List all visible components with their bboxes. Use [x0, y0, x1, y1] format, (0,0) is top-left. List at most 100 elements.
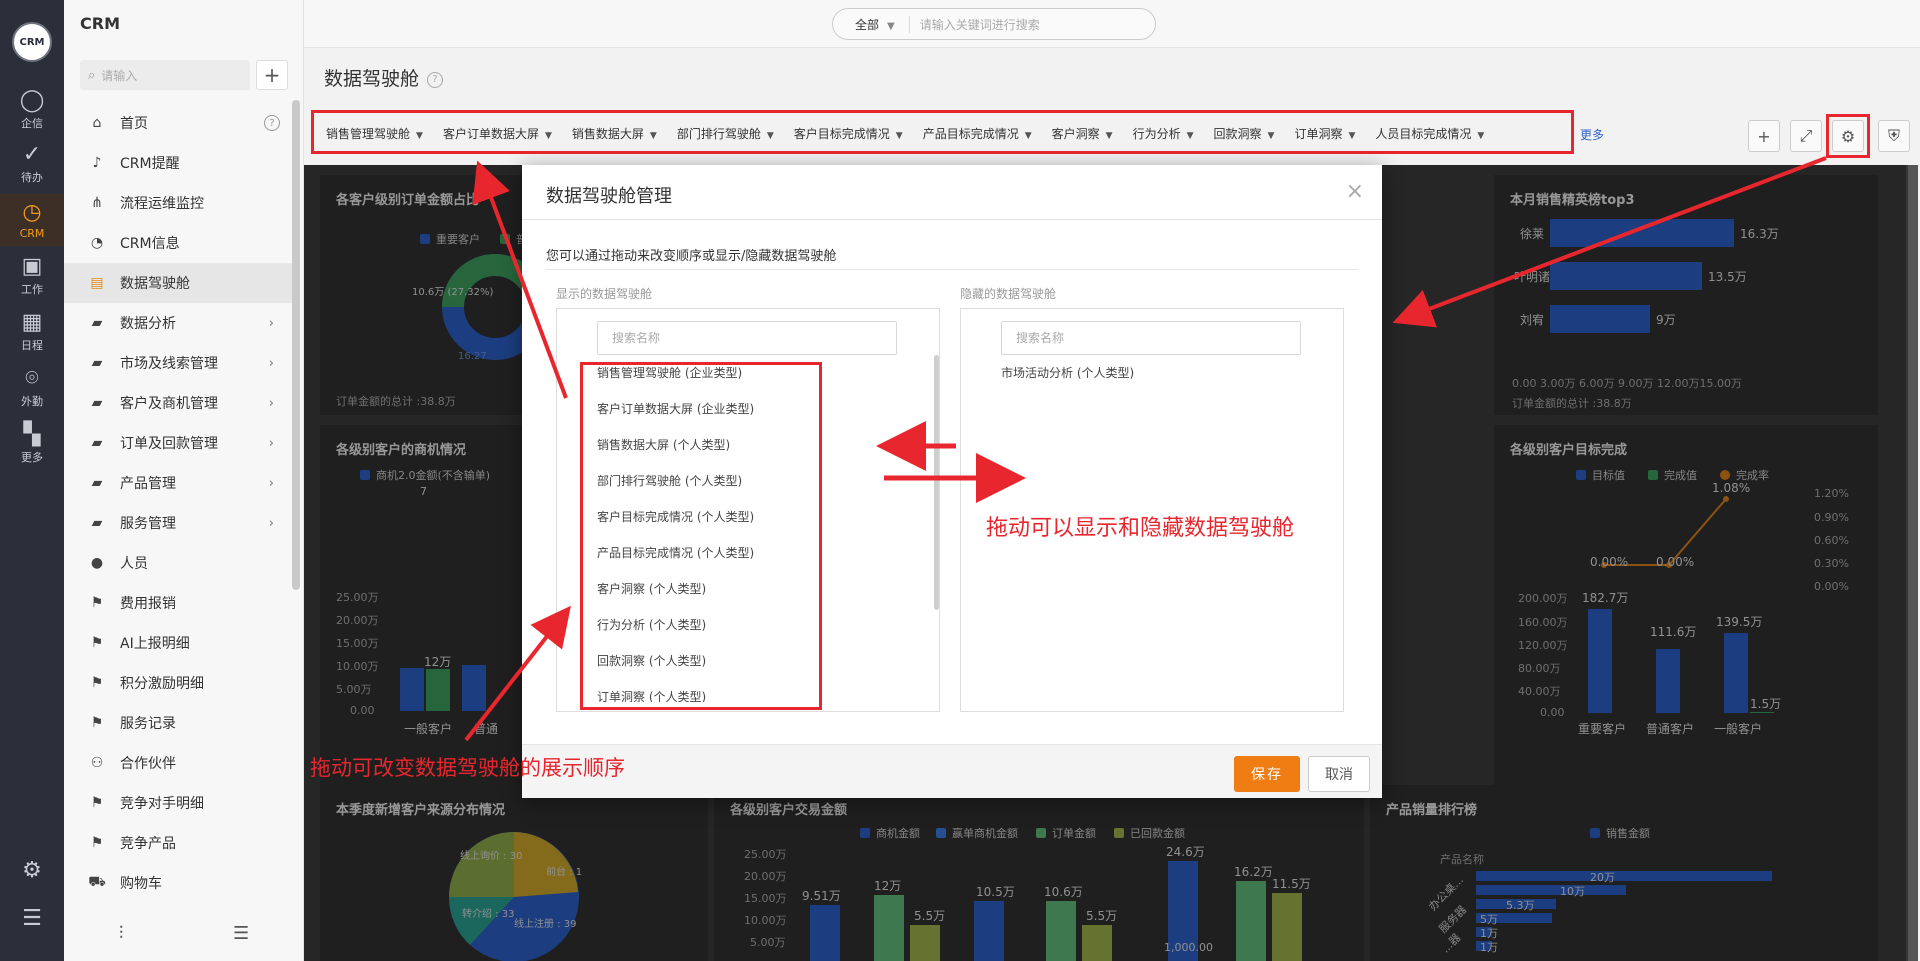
sidebar-item-service[interactable]: ▰ 服务管理 › — [64, 503, 296, 543]
sliders-icon[interactable]: ⫶ — [119, 923, 124, 944]
flag-icon: ⚑ — [90, 595, 104, 611]
sidebar: CRM ⌕ 请输入 + ⌂ 首页? ♪ CRM提醒 ⋔ 流程运维监控 ◔ CRM信息 ▤… — [64, 0, 304, 961]
rail-item-field[interactable]: ⌾ 外勤 — [0, 362, 64, 414]
page-title: 数据驾驶舱? — [324, 64, 444, 91]
sidebar-item-data-analysis[interactable]: ▰ 数据分析 › — [64, 303, 296, 343]
folder-icon: ▰ — [91, 355, 103, 371]
rail-item-calendar[interactable]: ▦ 日程 — [0, 306, 64, 358]
sidebar-item-label: 合作伙伴 — [120, 756, 176, 772]
grid-icon: ▚ — [23, 422, 41, 447]
folder-icon: ▰ — [91, 395, 103, 411]
sidebar-item-service-record[interactable]: ⚑ 服务记录 — [64, 703, 296, 743]
rail-user[interactable]: ☰ — [0, 902, 64, 938]
sidebar-item-order[interactable]: ▰ 订单及回款管理 › — [64, 423, 296, 463]
flag-icon: ⚑ — [90, 715, 104, 731]
location-pin-icon: ⌾ — [25, 366, 39, 391]
sidebar-search-input[interactable]: ⌕ 请输入 — [80, 60, 250, 90]
sidebar-item-partners[interactable]: ⚇ 合作伙伴 — [64, 743, 296, 783]
help-icon[interactable]: ? — [427, 71, 444, 88]
sidebar-item-label: CRM信息 — [120, 236, 180, 252]
bell-icon: ♪ — [92, 155, 102, 171]
flow-icon: ⋔ — [91, 195, 103, 211]
flag-icon: ⚑ — [90, 635, 104, 651]
collapse-menu-icon[interactable]: ☰ — [233, 923, 249, 944]
sidebar-brand: CRM — [80, 14, 120, 33]
sidebar-item-points[interactable]: ⚑ 积分激励明细 — [64, 663, 296, 703]
shown-list-label: 显示的数据驾驶舱 — [556, 287, 653, 301]
list-item[interactable]: 市场活动分析 (个人类型) — [1001, 364, 1134, 381]
sidebar-item-competitors[interactable]: ⚑ 竞争对手明细 — [64, 783, 296, 823]
shown-search-input[interactable]: 搜索名称 — [597, 321, 897, 355]
more-tabs-link[interactable]: 更多 — [1580, 126, 1604, 143]
fullscreen-button[interactable]: ⤢ — [1790, 120, 1822, 152]
tabs-highlight-box — [311, 110, 1574, 154]
sidebar-add-button[interactable]: + — [256, 60, 288, 90]
sidebar-item-competing-products[interactable]: ⚑ 竞争产品 — [64, 823, 296, 863]
sidebar-item-label: 首页 — [120, 116, 148, 132]
folder-icon: ▰ — [91, 475, 103, 491]
sidebar-item-label: CRM提醒 — [120, 156, 180, 172]
calendar-icon: ▦ — [21, 310, 43, 335]
app-logo[interactable]: CRM — [12, 22, 52, 62]
chevron-right-icon: › — [268, 475, 274, 491]
rail-item-work[interactable]: ▣ 工作 — [0, 250, 64, 302]
dashboard-icon: ▤ — [90, 275, 104, 291]
gear-icon: ⚙ — [22, 858, 42, 883]
list-scrollbar[interactable] — [934, 355, 939, 610]
dialog-title: 数据驾驶舱管理 — [546, 186, 672, 207]
sidebar-item-label: 费用报销 — [120, 596, 176, 612]
flag-icon: ⚑ — [90, 835, 104, 851]
sidebar-item-people[interactable]: ● 人员 — [64, 543, 296, 583]
sidebar-scrollbar[interactable] — [292, 100, 300, 590]
sidebar-item-market[interactable]: ▰ 市场及线索管理 › — [64, 343, 296, 383]
sidebar-item-label: 订单及回款管理 — [120, 436, 218, 452]
sidebar-item-customer[interactable]: ▰ 客户及商机管理 › — [64, 383, 296, 423]
search-placeholder: 请输入 — [101, 68, 138, 83]
cart-icon: ⛟ — [88, 874, 106, 890]
sidebar-item-flow[interactable]: ⋔ 流程运维监控 — [64, 183, 296, 223]
rail-item-crm[interactable]: ◷ CRM — [0, 194, 64, 246]
close-icon[interactable]: × — [1346, 179, 1364, 204]
check-circle-icon: ✓ — [22, 142, 42, 167]
sidebar-item-dashboard[interactable]: ▤ 数据驾驶舱 — [64, 263, 296, 303]
clock-icon: ◷ — [22, 199, 42, 225]
global-search[interactable]: 全部 ▼ 请输入关键词进行搜索 — [832, 8, 1156, 40]
add-button[interactable]: + — [1748, 120, 1780, 152]
sidebar-bottom-bar: ⫶ ☰ — [64, 908, 304, 958]
folder-icon: ▰ — [91, 315, 103, 331]
sidebar-item-cart[interactable]: ⛟ 购物车 — [64, 863, 296, 903]
sidebar-item-label: AI上报明细 — [120, 636, 190, 652]
chevron-right-icon: › — [268, 435, 274, 451]
permission-button[interactable]: ⛨ — [1878, 120, 1910, 152]
sidebar-item-product[interactable]: ▰ 产品管理 › — [64, 463, 296, 503]
sidebar-item-label: 购物车 — [120, 876, 162, 892]
cancel-button[interactable]: 取消 — [1308, 756, 1370, 792]
rail-item-more[interactable]: ▚ 更多 — [0, 418, 64, 470]
left-rail: CRM ◯ 企信 ✓ 待办 ◷ CRM ▣ 工作 ▦ 日程 ⌾ 外勤 ▚ 更多 — [0, 0, 64, 961]
search-scope-value: 全部 — [855, 17, 880, 32]
rail-label: 待办 — [21, 171, 43, 184]
global-search-placeholder: 请输入关键词进行搜索 — [919, 17, 1040, 32]
plus-icon: + — [1757, 126, 1771, 146]
search-scope-select[interactable]: 全部 ▼ — [833, 15, 910, 33]
shield-icon: ⛨ — [1887, 126, 1900, 145]
rail-item-todo[interactable]: ✓ 待办 — [0, 138, 64, 190]
rail-item-chat[interactable]: ◯ 企信 — [0, 84, 64, 136]
divider — [546, 269, 1358, 270]
sidebar-item-crm-info[interactable]: ◔ CRM信息 — [64, 223, 296, 263]
save-button[interactable]: 保存 — [1234, 756, 1300, 792]
sidebar-item-label: 人员 — [120, 556, 148, 572]
sidebar-item-home[interactable]: ⌂ 首页? — [64, 103, 296, 143]
chevron-right-icon: › — [268, 315, 274, 331]
rail-label: 工作 — [21, 283, 43, 296]
hidden-search-input[interactable]: 搜索名称 — [1001, 321, 1301, 355]
annotation-show-hide: 拖动可以显示和隐藏数据驾驶舱 — [986, 516, 1295, 541]
sidebar-item-ai-report[interactable]: ⚑ AI上报明细 — [64, 623, 296, 663]
top-bar: 全部 ▼ 请输入关键词进行搜索 — [304, 0, 1920, 48]
sidebar-item-expense[interactable]: ⚑ 费用报销 — [64, 583, 296, 623]
dashboard-manage-dialog: 数据驾驶舱管理 × 您可以通过拖动来改变顺序或显示/隐藏数据驾驶舱 显示的数据驾… — [522, 165, 1382, 798]
rail-settings[interactable]: ⚙ — [0, 854, 64, 890]
help-icon[interactable]: ? — [264, 115, 280, 131]
sidebar-item-crm-reminder[interactable]: ♪ CRM提醒 — [64, 143, 296, 183]
briefcase-icon: ▣ — [21, 254, 43, 279]
